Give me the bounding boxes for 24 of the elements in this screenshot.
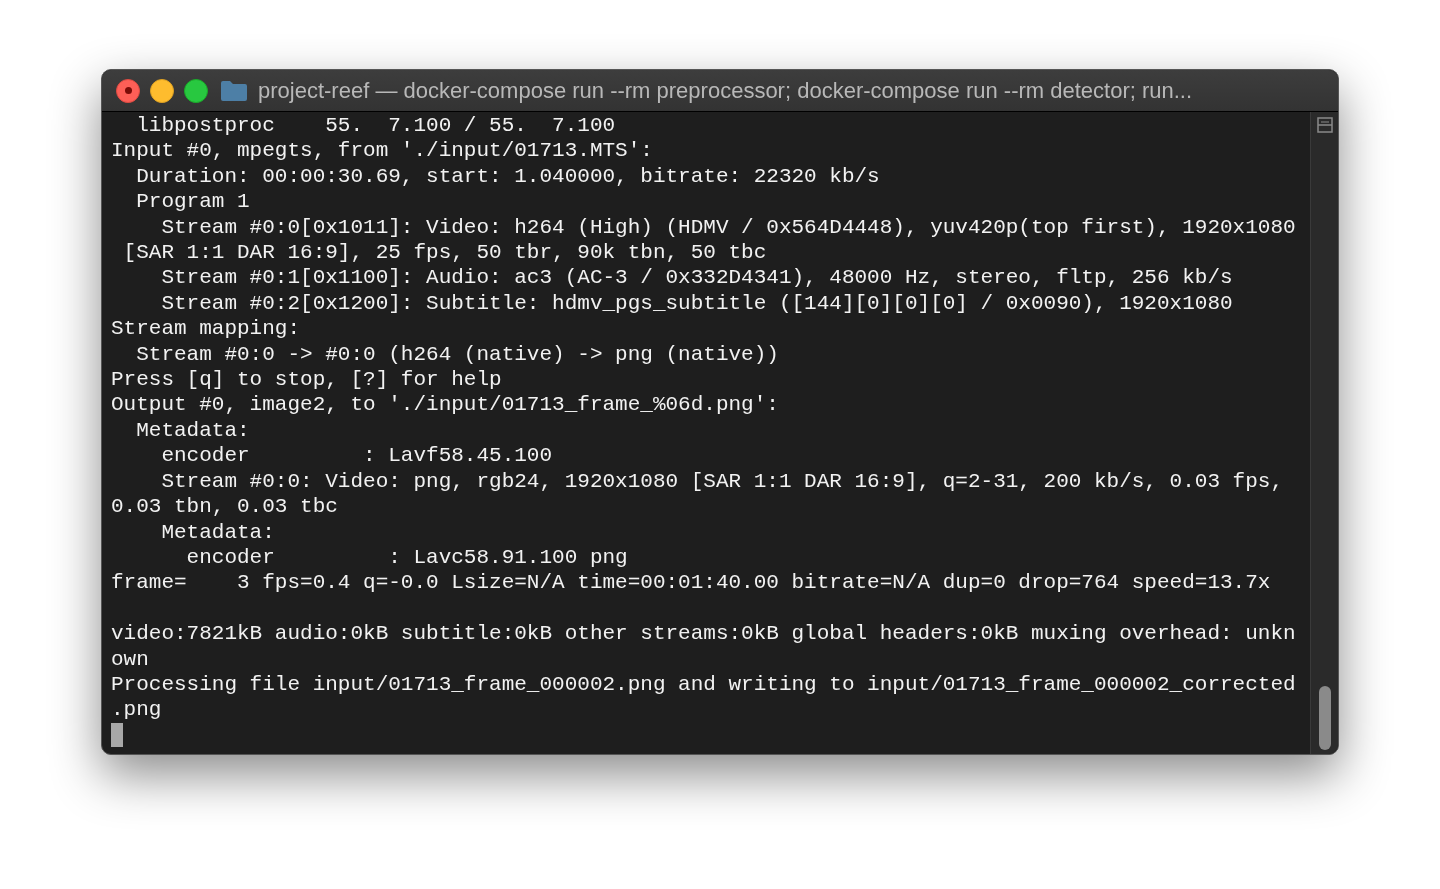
output-line: Stream #0:0: Video: png, rgb24, 1920x1080 [SAR 1:1 DAR 16:9], q=2-31, 200 kb/s, 0.03 fps,: [160, 468, 1283, 495]
output-line: Stream #0:0[0x1011]: Video: h264 (High) (HDMV / 0x564D4448), yuv420p(top first), 1920x1080: [160, 214, 1296, 241]
output-line: Duration: 00:00:30.69, start: 1.040000, bitrate: 22320 kb/s: [135, 163, 880, 190]
window-title: project-reef — docker-compose run --rm preprocessor; docker-compose run --rm detector; run...: [258, 77, 1193, 105]
output-line: Metadata:: [160, 519, 275, 545]
output-line: Press [q] to stop, [?] for help: [111, 367, 502, 393]
output-line: own: [111, 646, 149, 672]
output-line: libpostproc 55. 7.100 / 55. 7.100: [135, 113, 616, 139]
output-line: 0.03 tbn, 0.03 tbc: [111, 494, 338, 520]
output-line: encoder : Lavf58.45.100: [160, 443, 553, 469]
output-line: video:7821kB audio:0kB subtitle:0kB other streams:0kB global headers:0kB muxing overhead: unkn: [111, 621, 1296, 647]
output-line: Metadata:: [135, 417, 250, 444]
output-line: Input #0, mpegts, from './input/01713.MTS':: [111, 138, 653, 164]
output-line: Stream mapping:: [111, 316, 301, 342]
output-line: encoder : Lavc58.91.100 png: [185, 544, 628, 571]
output-line: Stream #0:1[0x1100]: Audio: ac3 (AC-3 / 0x332D4341), 48000 Hz, stereo, fltp, 256 kb/s: [160, 265, 1233, 291]
output-line: frame= 3 fps=0.4 q=-0.0 Lsize=N/A time=00:01:40.00 bitrate=N/A dup=0 drop=764 speed=13.7x: [111, 570, 1271, 596]
output-line: Processing file input/01713_frame_000002.png and writing to input/01713_frame_000002_corrected: [111, 671, 1296, 698]
output-line: [SAR 1:1 DAR 16:9], 25 fps, 50 tbr, 90k tbn, 50 tbc: [122, 240, 767, 266]
output-line: Output #0, image2, to './input/01713_frame_%06d.png':: [111, 392, 779, 418]
output-line: Program 1: [135, 189, 250, 215]
output-line: Stream #0:0 -> #0:0 (h264 (native) -> png (native)): [135, 341, 779, 368]
output-line: Stream #0:2[0x1200]: Subtitle: hdmv_pgs_subtitle ([144][0][0][0] / 0x0090), 1920x1080: [160, 290, 1233, 317]
output-line: .png: [111, 697, 162, 723]
